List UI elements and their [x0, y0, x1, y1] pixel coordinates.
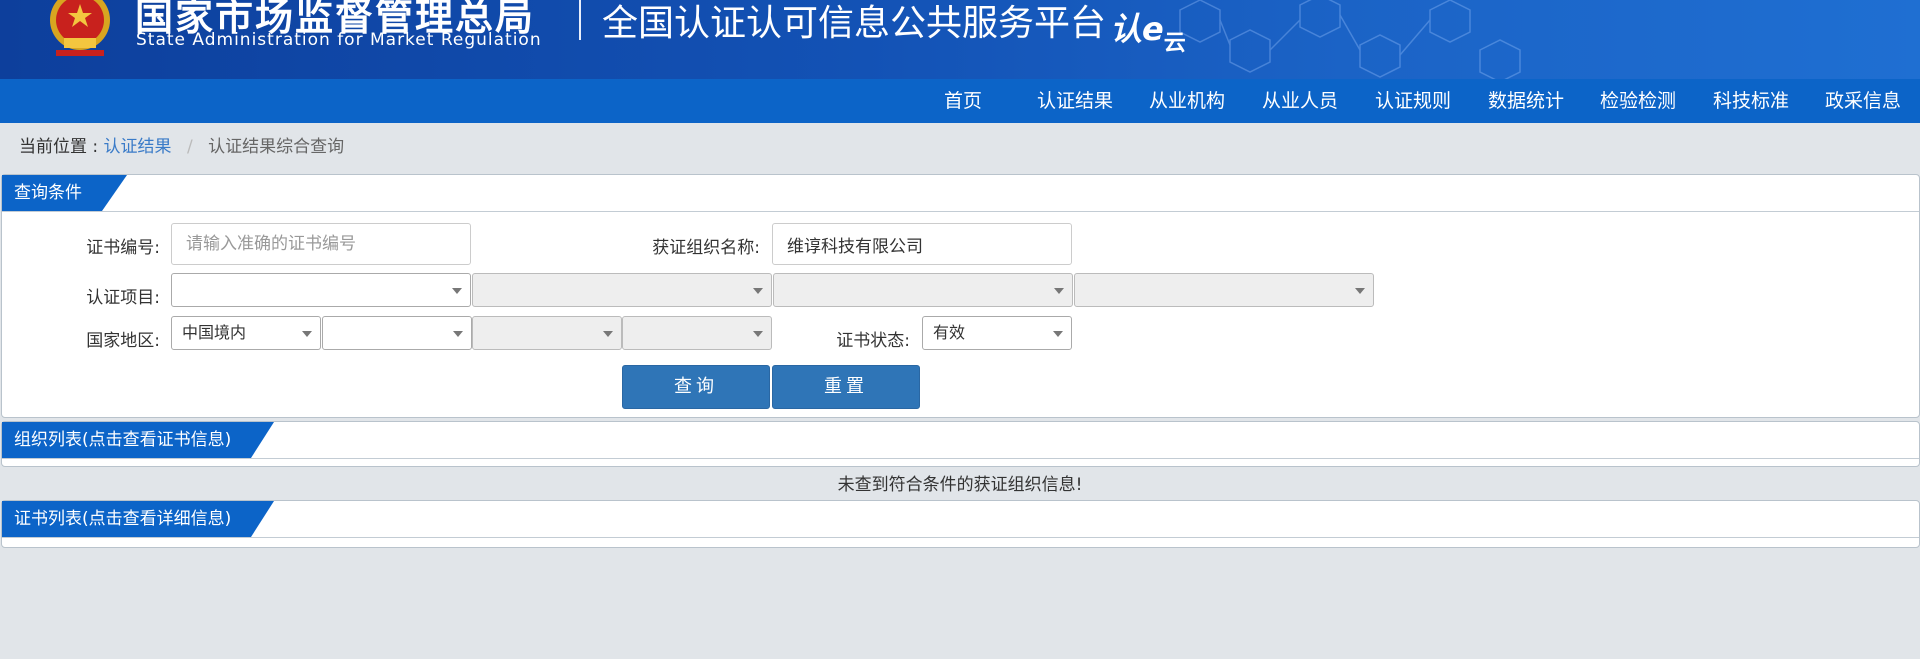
region-label: 国家地区: — [86, 331, 160, 351]
nav-item-statistics[interactable]: 数据统计 — [1488, 79, 1564, 123]
logo-text: 认e — [1110, 10, 1164, 48]
org-list-panel: 组织列表(点击查看证书信息) — [1, 421, 1920, 467]
cert-list-title: 证书列表(点击查看详细信息) — [14, 509, 232, 529]
region-select-1[interactable]: 中国境内 — [171, 316, 321, 350]
breadcrumb: 当前位置 : 认证结果 / 认证结果综合查询 — [19, 132, 344, 157]
chevron-down-icon — [453, 331, 463, 337]
org-list-title: 组织列表(点击查看证书信息) — [14, 430, 232, 450]
breadcrumb-link-cert-results[interactable]: 认证结果 — [104, 137, 172, 157]
project-select-3 — [773, 273, 1073, 307]
cert-no-input[interactable] — [171, 223, 471, 265]
breadcrumb-separator: / — [186, 137, 193, 157]
breadcrumb-current: 认证结果综合查询 — [208, 137, 345, 157]
org-list-empty-message: 未查到符合条件的获证组织信息! — [837, 475, 1083, 495]
search-button[interactable]: 查询 — [622, 365, 770, 409]
org-name-label: 获证组织名称: — [652, 238, 760, 258]
project-label: 认证项目: — [86, 288, 160, 308]
status-label: 证书状态: — [836, 331, 910, 351]
project-select-1[interactable] — [171, 273, 471, 307]
renyun-logo: 认e云 — [1110, 4, 1186, 57]
chevron-down-icon — [302, 331, 312, 337]
project-select-2 — [472, 273, 772, 307]
chevron-down-icon — [452, 288, 462, 294]
reset-button[interactable]: 重置 — [772, 365, 920, 409]
panel-divider — [2, 458, 1919, 459]
logo-sub: 云 — [1163, 31, 1186, 56]
nav-item-procurement[interactable]: 政采信息 — [1825, 79, 1901, 123]
header-separator — [579, 0, 581, 40]
region-select-4 — [622, 316, 772, 350]
status-value: 有效 — [933, 323, 966, 342]
query-panel-title: 查询条件 — [14, 183, 82, 203]
region-select-3 — [472, 316, 622, 350]
nav-item-cert-rules[interactable]: 认证规则 — [1375, 79, 1451, 123]
nav-item-standards[interactable]: 科技标准 — [1713, 79, 1789, 123]
region-value: 中国境内 — [182, 323, 247, 342]
status-select[interactable]: 有效 — [922, 316, 1072, 350]
nav-item-practitioners[interactable]: 从业人员 — [1262, 79, 1338, 123]
cert-no-label: 证书编号: — [86, 238, 160, 258]
nav-item-cert-results[interactable]: 认证结果 — [1037, 79, 1113, 123]
nav-item-home[interactable]: 首页 — [944, 79, 982, 123]
cert-list-panel: 证书列表(点击查看详细信息) — [1, 500, 1920, 548]
chevron-down-icon — [603, 331, 613, 337]
panel-divider — [2, 211, 1919, 212]
national-emblem-icon — [50, 0, 110, 56]
chevron-down-icon — [1053, 331, 1063, 337]
chevron-down-icon — [1355, 288, 1365, 294]
breadcrumb-label: 当前位置 : — [19, 137, 99, 157]
org-name-en: State Administration for Market Regulati… — [136, 30, 542, 50]
panel-divider — [2, 537, 1919, 538]
chevron-down-icon — [753, 331, 763, 337]
chevron-down-icon — [1054, 288, 1064, 294]
region-select-2[interactable] — [322, 316, 472, 350]
main-navbar: 首页 认证结果 从业机构 从业人员 认证规则 数据统计 检验检测 科技标准 政采… — [0, 79, 1920, 123]
hexagon-pattern-decoration — [1179, 0, 1521, 79]
nav-item-institutions[interactable]: 从业机构 — [1149, 79, 1225, 123]
chevron-down-icon — [753, 288, 763, 294]
org-name-input[interactable] — [772, 223, 1072, 265]
platform-title: 全国认证认可信息公共服务平台 — [602, 3, 1107, 44]
nav-item-inspection[interactable]: 检验检测 — [1600, 79, 1676, 123]
site-header: 国家市场监督管理总局 State Administration for Mark… — [0, 0, 1920, 79]
project-select-4 — [1074, 273, 1374, 307]
